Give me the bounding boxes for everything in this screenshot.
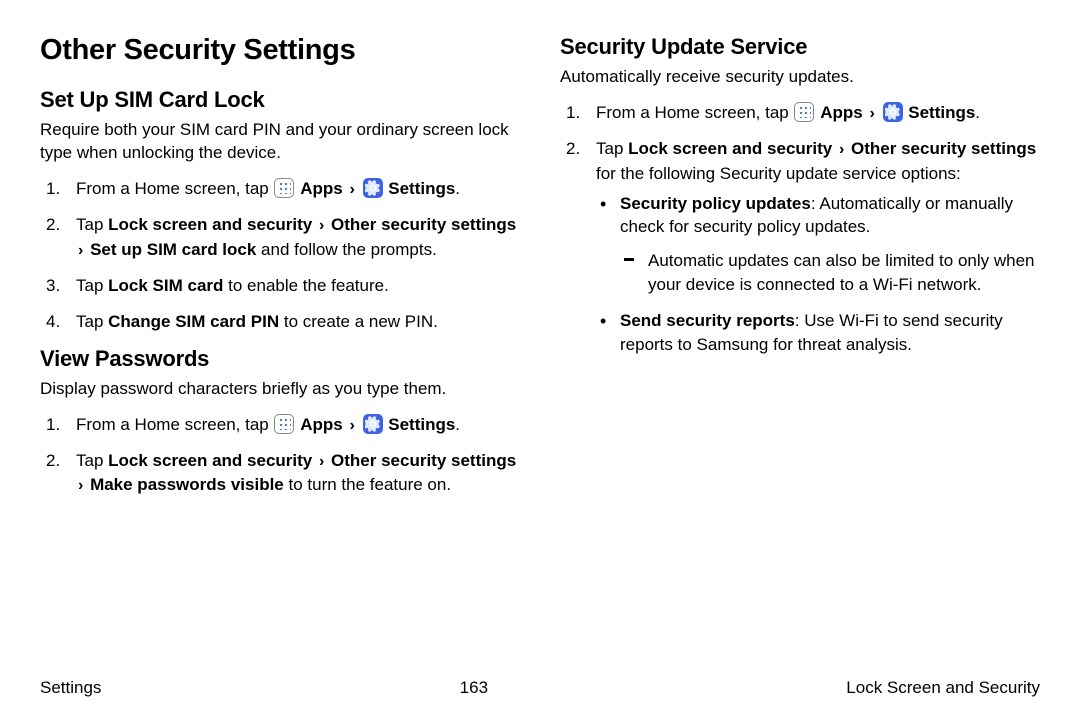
- right-column: Security Update Service Automatically re…: [560, 34, 1040, 510]
- bold-text: Other security settings: [851, 139, 1036, 158]
- desc-security-update: Automatically receive security updates.: [560, 66, 1040, 89]
- heading-view-passwords: View Passwords: [40, 346, 520, 372]
- step-text: for the following Security update servic…: [596, 164, 961, 183]
- desc-sim-lock: Require both your SIM card PIN and your …: [40, 119, 520, 165]
- step-text: and follow the prompts.: [256, 240, 436, 259]
- period: .: [455, 415, 460, 434]
- apps-label: Apps: [820, 103, 863, 122]
- settings-label: Settings: [388, 415, 455, 434]
- settings-icon: [363, 178, 383, 198]
- bold-text: Other security settings: [331, 215, 516, 234]
- bold-text: Lock SIM card: [108, 276, 223, 295]
- bullet-list: Security policy updates: Automatically o…: [596, 192, 1040, 357]
- left-column: Other Security Settings Set Up SIM Card …: [40, 34, 520, 510]
- bold-text: Change SIM card PIN: [108, 312, 279, 331]
- page-title: Other Security Settings: [40, 34, 520, 67]
- list-item: Security policy updates: Automatically o…: [596, 192, 1040, 297]
- dash-text: Automatic updates can also be limited to…: [648, 251, 1035, 294]
- list-item: Tap Lock screen and security › Other sec…: [40, 449, 520, 498]
- footer-page-number: 163: [460, 678, 488, 698]
- list-item: Tap Lock screen and security › Other sec…: [40, 213, 520, 262]
- apps-icon: [274, 414, 294, 434]
- step-text: Tap: [76, 312, 108, 331]
- period: .: [975, 103, 980, 122]
- heading-security-update: Security Update Service: [560, 34, 1040, 60]
- dash-list: Automatic updates can also be limited to…: [620, 249, 1040, 297]
- bold-text: Send security reports: [620, 311, 795, 330]
- list-item: Tap Lock screen and security › Other sec…: [560, 137, 1040, 356]
- footer-right: Lock Screen and Security: [846, 678, 1040, 698]
- list-item: From a Home screen, tap Apps › Settings.: [40, 177, 520, 201]
- bold-text: Lock screen and security: [108, 451, 312, 470]
- apps-label: Apps: [300, 179, 343, 198]
- steps-sim-lock: From a Home screen, tap Apps › Settings.…: [40, 177, 520, 334]
- step-text: Tap: [596, 139, 628, 158]
- step-text: to create a new PIN.: [279, 312, 438, 331]
- list-item: From a Home screen, tap Apps › Settings.: [560, 101, 1040, 125]
- chevron-right-icon: ›: [78, 477, 83, 494]
- list-item: From a Home screen, tap Apps › Settings.: [40, 413, 520, 437]
- apps-label: Apps: [300, 415, 343, 434]
- settings-icon: [883, 102, 903, 122]
- chevron-right-icon: ›: [869, 105, 874, 122]
- content-columns: Other Security Settings Set Up SIM Card …: [40, 34, 1040, 510]
- step-text: Tap: [76, 451, 108, 470]
- chevron-right-icon: ›: [349, 417, 354, 434]
- list-item: Send security reports: Use Wi-Fi to send…: [596, 309, 1040, 357]
- steps-view-passwords: From a Home screen, tap Apps › Settings.…: [40, 413, 520, 498]
- desc-view-passwords: Display password characters briefly as y…: [40, 378, 520, 401]
- apps-icon: [794, 102, 814, 122]
- list-item: Automatic updates can also be limited to…: [620, 249, 1040, 297]
- step-text: to enable the feature.: [223, 276, 388, 295]
- step-text: Tap: [76, 276, 108, 295]
- step-text: From a Home screen, tap: [596, 103, 793, 122]
- list-item: Tap Change SIM card PIN to create a new …: [40, 310, 520, 334]
- step-text: From a Home screen, tap: [76, 415, 273, 434]
- chevron-right-icon: ›: [319, 453, 324, 470]
- chevron-right-icon: ›: [78, 242, 83, 259]
- bold-text: Lock screen and security: [628, 139, 832, 158]
- settings-icon: [363, 414, 383, 434]
- bold-text: Set up SIM card lock: [90, 240, 256, 259]
- bold-text: Security policy updates: [620, 194, 811, 213]
- step-text: to turn the feature on.: [284, 475, 451, 494]
- steps-security-update: From a Home screen, tap Apps › Settings.…: [560, 101, 1040, 356]
- bold-text: Other security settings: [331, 451, 516, 470]
- bold-text: Lock screen and security: [108, 215, 312, 234]
- chevron-right-icon: ›: [349, 181, 354, 198]
- apps-icon: [274, 178, 294, 198]
- chevron-right-icon: ›: [839, 141, 844, 158]
- settings-label: Settings: [908, 103, 975, 122]
- settings-label: Settings: [388, 179, 455, 198]
- step-text: From a Home screen, tap: [76, 179, 273, 198]
- period: .: [455, 179, 460, 198]
- list-item: Tap Lock SIM card to enable the feature.: [40, 274, 520, 298]
- footer-left: Settings: [40, 678, 101, 698]
- heading-sim-lock: Set Up SIM Card Lock: [40, 87, 520, 113]
- page-footer: Settings 163 Lock Screen and Security: [40, 678, 1040, 698]
- bold-text: Make passwords visible: [90, 475, 284, 494]
- chevron-right-icon: ›: [319, 217, 324, 234]
- step-text: Tap: [76, 215, 108, 234]
